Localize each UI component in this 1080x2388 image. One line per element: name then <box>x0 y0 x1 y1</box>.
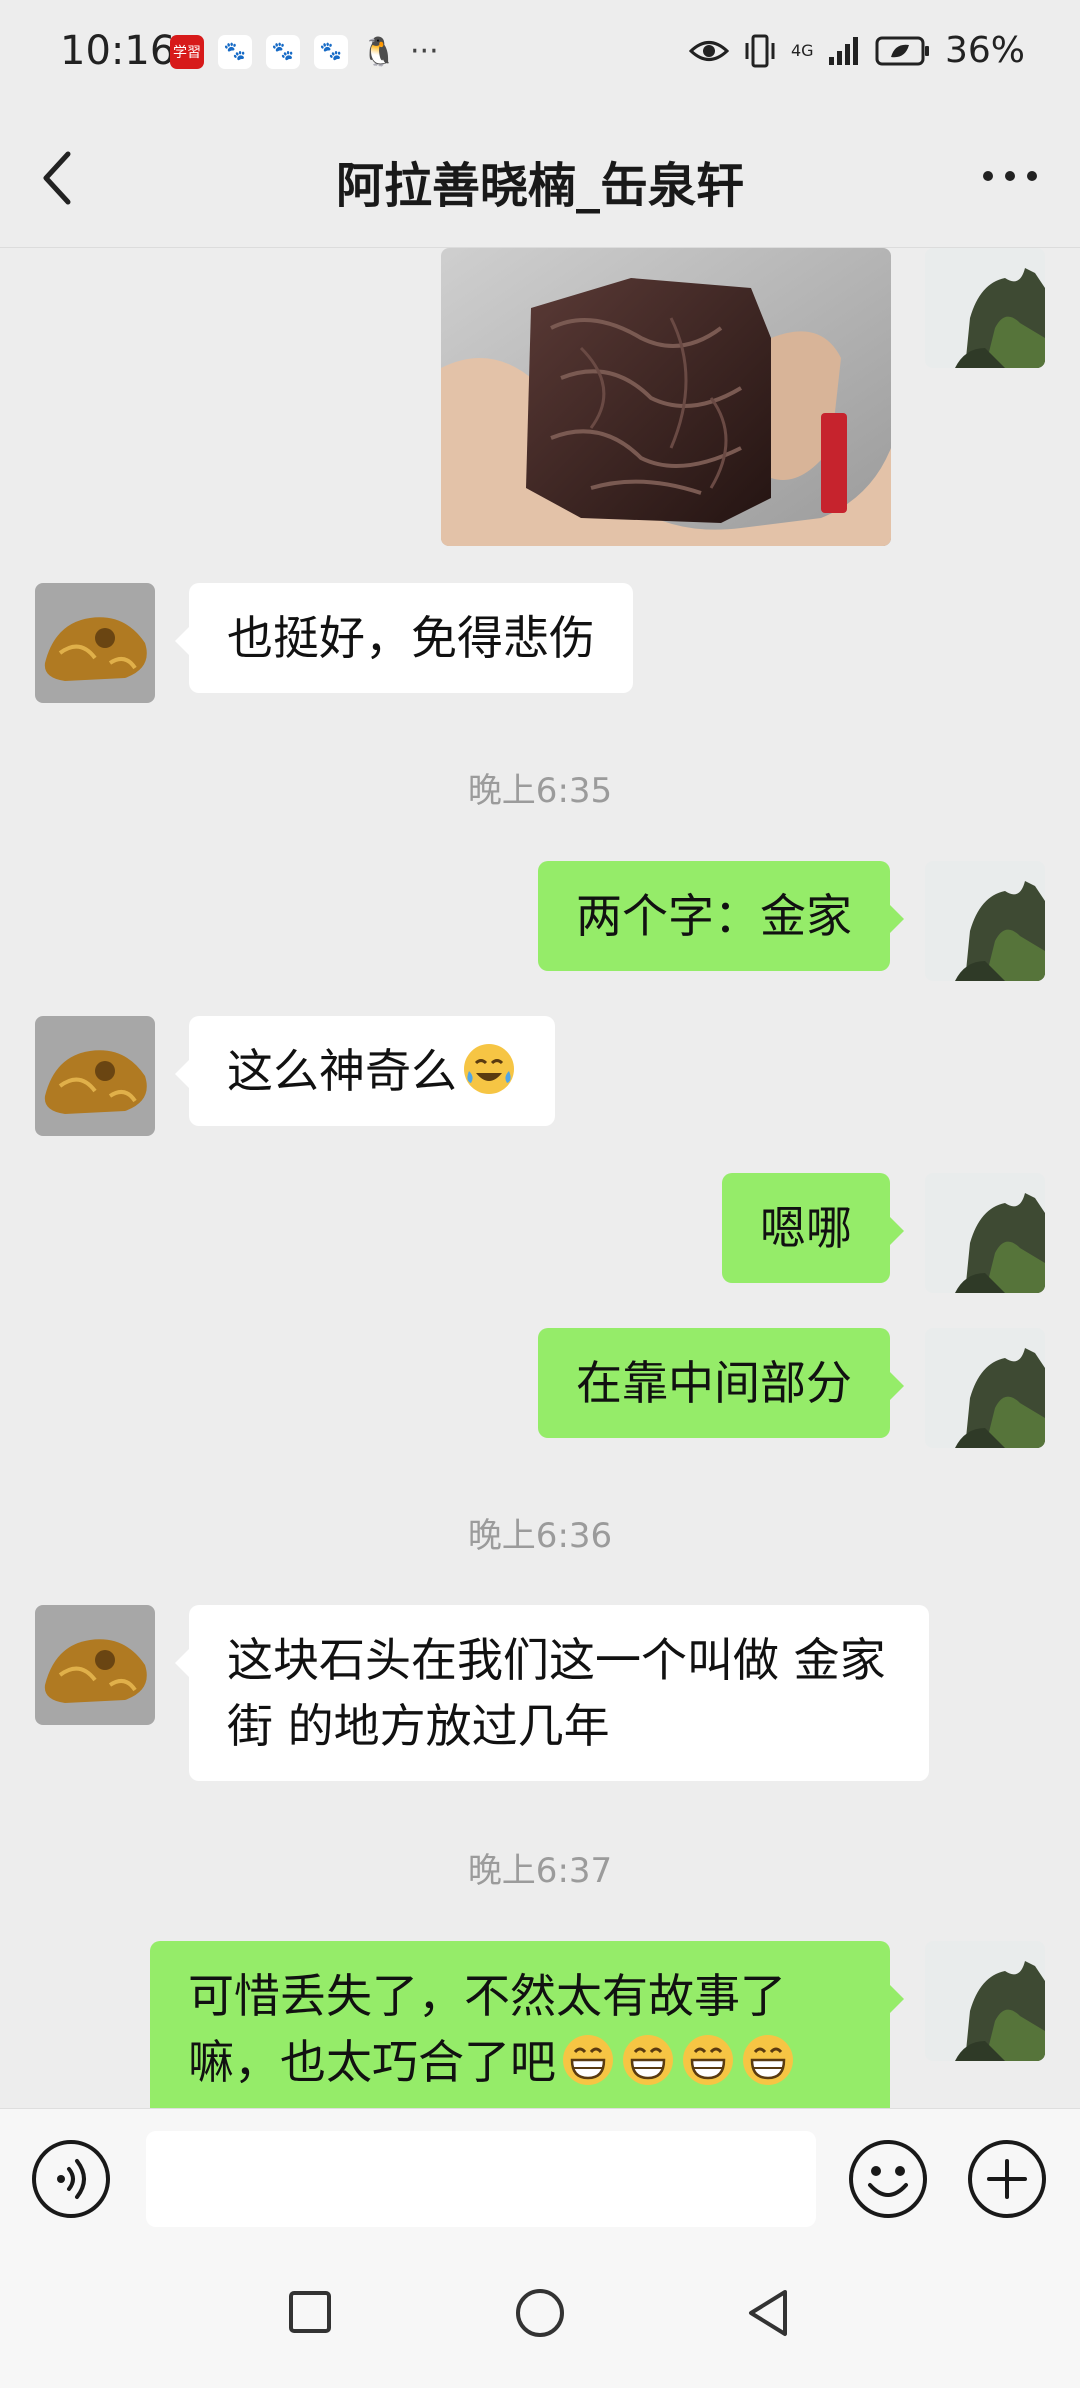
message-bubble-incoming[interactable]: 也挺好，免得悲伤 <box>175 583 633 693</box>
grin-emoji <box>563 2035 613 2085</box>
message-bubble-incoming[interactable]: 这块石头在我们这一个叫做 金家街 的地方放过几年 <box>175 1605 929 1781</box>
message-list[interactable]: 也挺好，免得悲伤 晚上6:35 两个字：金家 这么神奇么 嗯哪 在靠中间部分 晚… <box>0 248 1080 2108</box>
message-bubble-outgoing[interactable]: 可惜丢失了，不然太有故事了嘛，也太巧合了吧 <box>150 1941 904 2108</box>
system-indicators: 4G 36% <box>688 30 1025 71</box>
battery-level: 36% <box>944 30 1025 71</box>
message-bubble-outgoing[interactable]: 在靠中间部分 <box>538 1328 904 1438</box>
recent-apps-icon[interactable] <box>288 2290 332 2334</box>
message-input[interactable] <box>146 2131 816 2227</box>
baidu-paw-icon: 🐾 <box>314 34 348 69</box>
baidu-paw-icon: 🐾 <box>266 34 300 69</box>
message-bubble-outgoing[interactable]: 嗯哪 <box>722 1173 904 1283</box>
grin-emoji <box>743 2035 793 2085</box>
vibrate-icon <box>745 34 775 67</box>
contact-avatar[interactable] <box>35 1016 155 1136</box>
message-bubble-incoming[interactable]: 这么神奇么 <box>175 1016 555 1126</box>
qq-penguin-icon: 🐧 <box>361 35 397 68</box>
contact-avatar[interactable] <box>35 583 155 703</box>
message-bubble-outgoing[interactable]: 两个字：金家 <box>538 861 904 971</box>
signal-icon <box>828 36 858 65</box>
self-avatar[interactable] <box>925 1173 1045 1293</box>
status-bar: 10:16 学習 🐾 🐾 🐾 🐧 ··· 4G 36% <box>0 0 1080 108</box>
status-time: 10:16 <box>60 28 176 74</box>
home-icon[interactable] <box>515 2288 565 2338</box>
chat-header: 阿拉善晓楠_缶泉轩 <box>0 108 1080 248</box>
image-message[interactable] <box>441 248 891 546</box>
notification-icons: 学習 🐾 🐾 🐾 🐧 ··· <box>170 34 439 69</box>
grin-emoji <box>623 2035 673 2085</box>
plus-icon[interactable] <box>967 2139 1047 2219</box>
system-navigation-bar <box>0 2248 1080 2388</box>
laugh-cry-emoji <box>464 1044 514 1094</box>
contact-avatar[interactable] <box>35 1605 155 1725</box>
message-timestamp: 晚上6:35 <box>467 771 613 811</box>
more-notifications: ··· <box>410 34 439 69</box>
message-timestamp: 晚上6:37 <box>467 1851 613 1891</box>
self-avatar[interactable] <box>925 1941 1045 2061</box>
emoji-icon[interactable] <box>848 2139 928 2219</box>
network-type: 4G <box>790 40 814 60</box>
xuexi-icon: 学習 <box>170 34 204 69</box>
grin-emoji <box>683 2035 733 2085</box>
more-options-icon[interactable] <box>980 168 1040 184</box>
chat-title: 阿拉善晓楠_缶泉轩 <box>335 158 744 214</box>
baidu-paw-icon: 🐾 <box>218 34 252 69</box>
system-back-icon[interactable] <box>745 2288 791 2338</box>
battery-icon <box>875 36 929 65</box>
message-text: 这么神奇么 <box>227 1044 457 1098</box>
self-avatar[interactable] <box>925 861 1045 981</box>
voice-input-icon[interactable] <box>31 2139 111 2219</box>
eye-icon <box>688 40 729 61</box>
input-bar <box>0 2108 1080 2248</box>
self-avatar[interactable] <box>925 248 1045 368</box>
self-avatar[interactable] <box>925 1328 1045 1448</box>
message-timestamp: 晚上6:36 <box>467 1516 613 1556</box>
